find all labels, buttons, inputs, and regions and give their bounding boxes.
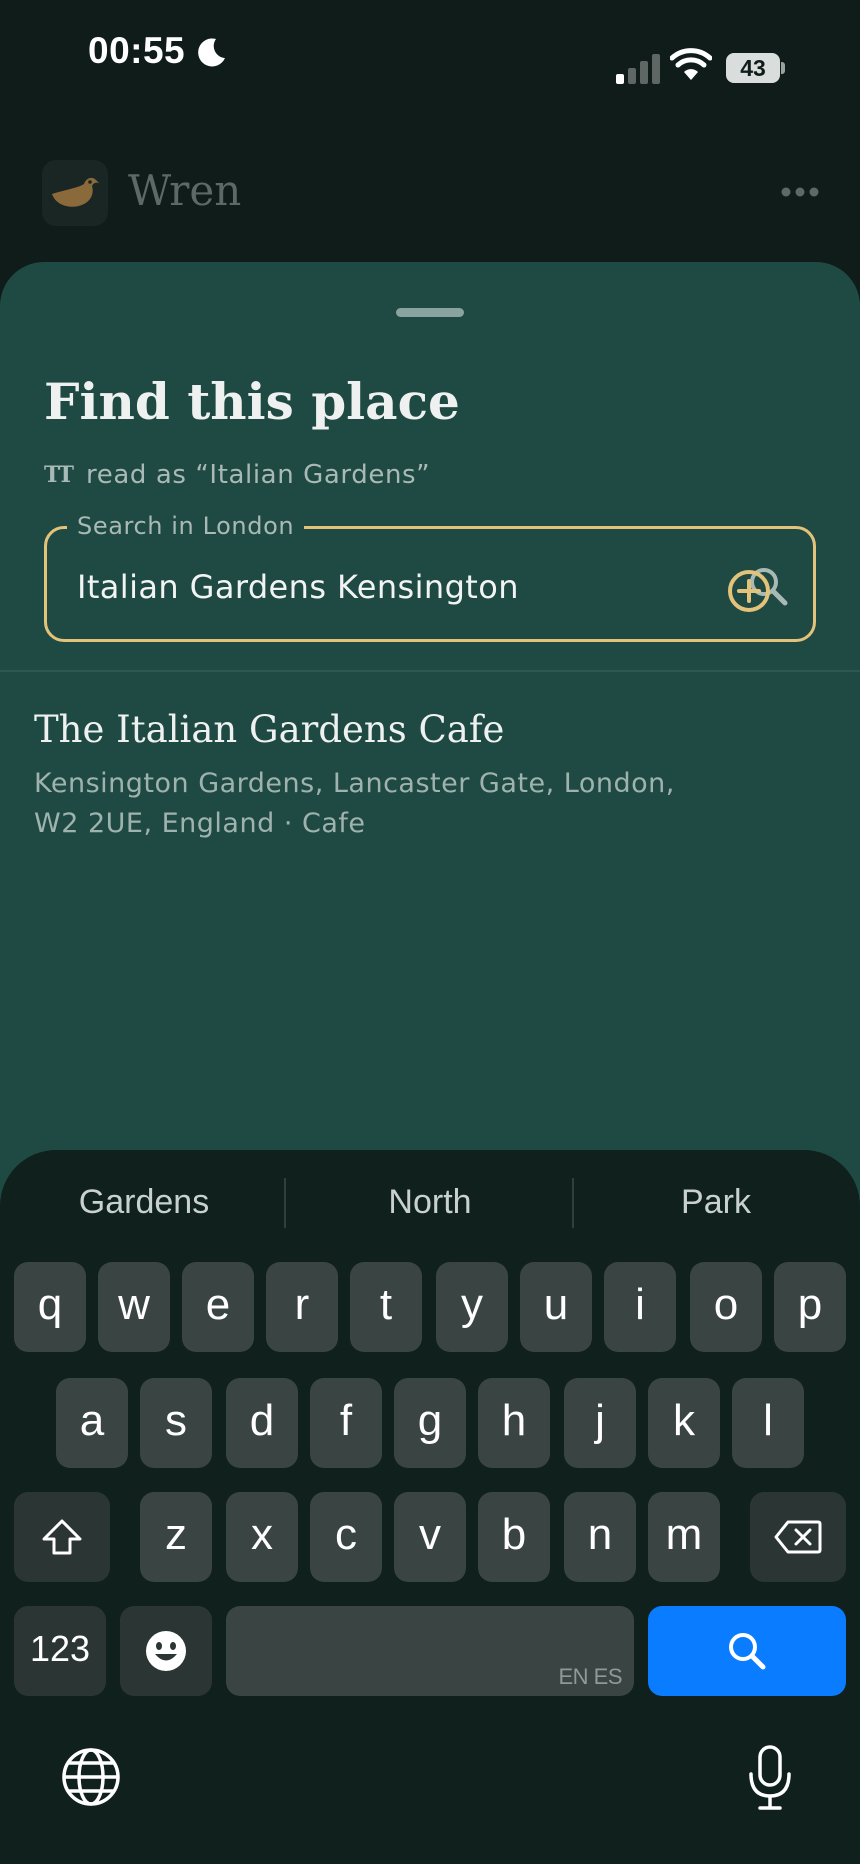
app-header: Wren [0,140,860,250]
key-h[interactable]: h [478,1378,550,1468]
backspace-icon [774,1520,822,1554]
key-u[interactable]: u [520,1262,592,1352]
key-d[interactable]: d [226,1378,298,1468]
shift-key[interactable] [14,1492,110,1582]
key-w[interactable]: w [98,1262,170,1352]
battery-icon: 43 [726,53,780,83]
language-hint: EN ES [558,1664,622,1689]
key-o[interactable]: o [690,1262,762,1352]
microphone-icon[interactable] [746,1744,794,1812]
key-f[interactable]: f [310,1378,382,1468]
app-logo[interactable] [42,160,108,226]
key-q[interactable]: q [14,1262,86,1352]
suggestion-2[interactable]: North [290,1170,570,1234]
key-k[interactable]: k [648,1378,720,1468]
status-time: 00:55 [88,30,186,71]
key-m[interactable]: m [648,1492,720,1582]
suggestion-1[interactable]: Gardens [4,1170,284,1234]
space-key[interactable]: EN ES [226,1606,634,1696]
suggestion-separator [572,1178,574,1228]
globe-icon[interactable] [60,1746,122,1808]
result-name: The Italian Gardens Cafe [34,708,505,751]
key-b[interactable]: b [478,1492,550,1582]
sheet-title: Find this place [44,372,460,431]
divider [0,670,860,672]
app-name: Wren [128,166,242,215]
read-as-row: TT read as “Italian Gardens” [44,458,430,492]
suggestion-3[interactable]: Park [576,1170,856,1234]
key-l[interactable]: l [732,1378,804,1468]
search-icon [729,1633,766,1670]
key-r[interactable]: r [266,1262,338,1352]
emoji-key[interactable] [120,1606,212,1696]
key-g[interactable]: g [394,1378,466,1468]
key-s[interactable]: s [140,1378,212,1468]
key-i[interactable]: i [604,1262,676,1352]
result-address: Kensington Gardens, Lancaster Gate, Lond… [34,768,675,839]
shift-icon [42,1519,82,1555]
search-key[interactable] [648,1606,846,1696]
sheet-grabber[interactable] [396,308,464,317]
moon-icon [198,38,225,67]
text-size-icon: TT [44,462,74,488]
key-p[interactable]: p [774,1262,846,1352]
suggestion-separator [284,1178,286,1228]
key-z[interactable]: z [140,1492,212,1582]
suggestion-bar: Gardens North Park [0,1170,860,1234]
key-a[interactable]: a [56,1378,128,1468]
search-field-label: Search in London [67,512,305,540]
add-circle-icon[interactable] [726,568,772,614]
battery-nub [781,62,785,74]
search-field[interactable]: Search in London [44,512,816,642]
key-e[interactable]: e [182,1262,254,1352]
delete-key[interactable] [750,1492,846,1582]
key-x[interactable]: x [226,1492,298,1582]
key-j[interactable]: j [564,1378,636,1468]
status-bar: 00:55 43 [0,0,860,110]
key-v[interactable]: v [394,1492,466,1582]
cellular-signal-icon [616,54,660,84]
key-t[interactable]: t [350,1262,422,1352]
ellipsis-icon[interactable] [780,186,820,198]
emoji-icon [146,1631,186,1671]
key-c[interactable]: c [310,1492,382,1582]
bird-icon [52,177,100,207]
result-item[interactable]: The Italian Gardens Cafe Kensington Gard… [34,708,824,848]
key-y[interactable]: y [436,1262,508,1352]
numbers-key[interactable]: 123 [14,1606,106,1696]
key-n[interactable]: n [564,1492,636,1582]
read-as-text: read as “Italian Gardens” [86,460,431,490]
search-input[interactable] [77,565,717,609]
wifi-icon [670,48,712,80]
